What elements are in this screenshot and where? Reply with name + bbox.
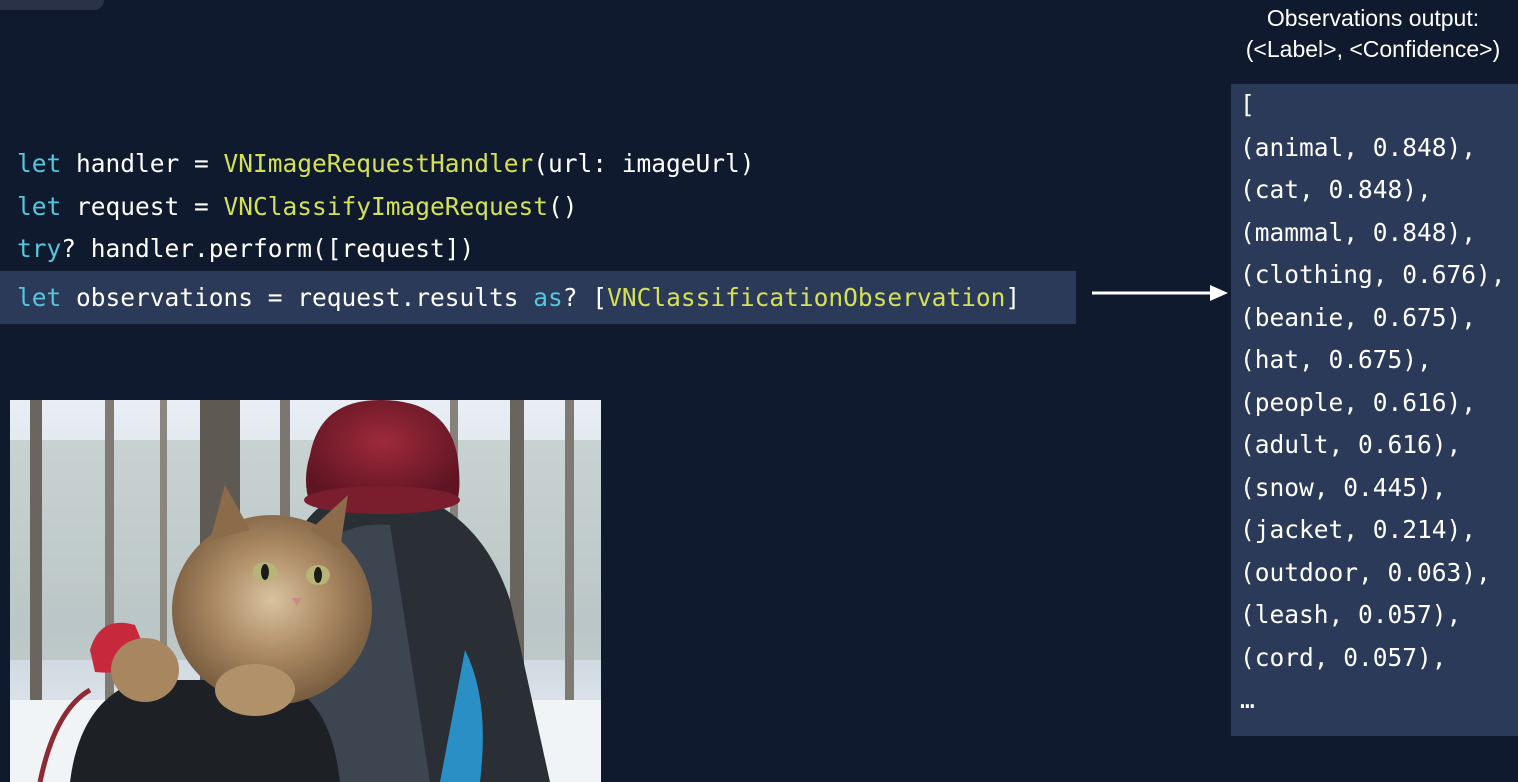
- observation-line: …: [1240, 685, 1255, 714]
- observation-line: (clothing, 0.676),: [1240, 260, 1506, 289]
- observation-line: [: [1240, 90, 1255, 119]
- cat-in-backpack-photo: [10, 400, 601, 782]
- observation-line: (hat, 0.675),: [1240, 345, 1432, 374]
- code-keyword: try: [17, 234, 62, 263]
- observation-line: (adult, 0.616),: [1240, 430, 1462, 459]
- observation-line: (people, 0.616),: [1240, 387, 1477, 417]
- code-line: let handler = VNImageRequestHandler(url:…: [0, 143, 1080, 186]
- code-text: observations = request.results: [61, 282, 534, 312]
- code-text: ]: [1005, 282, 1021, 312]
- code-keyword: let: [17, 282, 62, 312]
- code-text: (): [548, 191, 578, 221]
- code-class-name: VNImageRequestHandler: [223, 149, 534, 178]
- observation-line: (jacket, 0.214),: [1240, 515, 1477, 544]
- code-class-name: VNClassificationObservation: [607, 282, 1006, 312]
- observation-line: (outdoor, 0.063),: [1240, 557, 1491, 587]
- observations-output-panel: [ (animal, 0.848), (cat, 0.848), (mammal, 0…: [1231, 84, 1518, 736]
- observation-line: (leash, 0.057),: [1240, 600, 1462, 629]
- code-text: request =: [61, 191, 224, 221]
- output-title: Observations output: (<Label>, <Confiden…: [1228, 3, 1518, 65]
- code-keyword: let: [17, 191, 62, 221]
- code-line: try? handler.perform([request]): [0, 228, 1080, 271]
- observation-line: (snow, 0.445),: [1240, 472, 1447, 502]
- code-class-name: VNClassifyImageRequest: [223, 191, 549, 221]
- observation-line: (cord, 0.057),: [1240, 642, 1447, 672]
- code-text: ? handler.perform([request]): [61, 234, 475, 263]
- output-title-line-2: (<Label>, <Confidence>): [1245, 36, 1501, 62]
- observation-line: (animal, 0.848),: [1240, 132, 1477, 162]
- code-text: handler =: [61, 149, 224, 178]
- code-line: let request = VNClassifyImageRequest(): [0, 186, 1080, 229]
- observation-line: (mammal, 0.848),: [1240, 217, 1477, 247]
- code-keyword: as: [533, 282, 563, 312]
- code-keyword: let: [17, 149, 62, 178]
- code-text: ? [: [562, 282, 608, 312]
- output-title-line-1: Observations output:: [1266, 5, 1480, 31]
- window-corner-tab: [0, 0, 104, 10]
- observation-line: (cat, 0.848),: [1240, 175, 1432, 204]
- code-snippet: let handler = VNImageRequestHandler(url:…: [0, 143, 1080, 324]
- code-text: (url: imageUrl): [533, 149, 755, 178]
- observation-line: (beanie, 0.675),: [1240, 302, 1477, 332]
- arrow-icon: [1092, 283, 1229, 303]
- code-line: let observations = request.results as? […: [0, 270, 1076, 324]
